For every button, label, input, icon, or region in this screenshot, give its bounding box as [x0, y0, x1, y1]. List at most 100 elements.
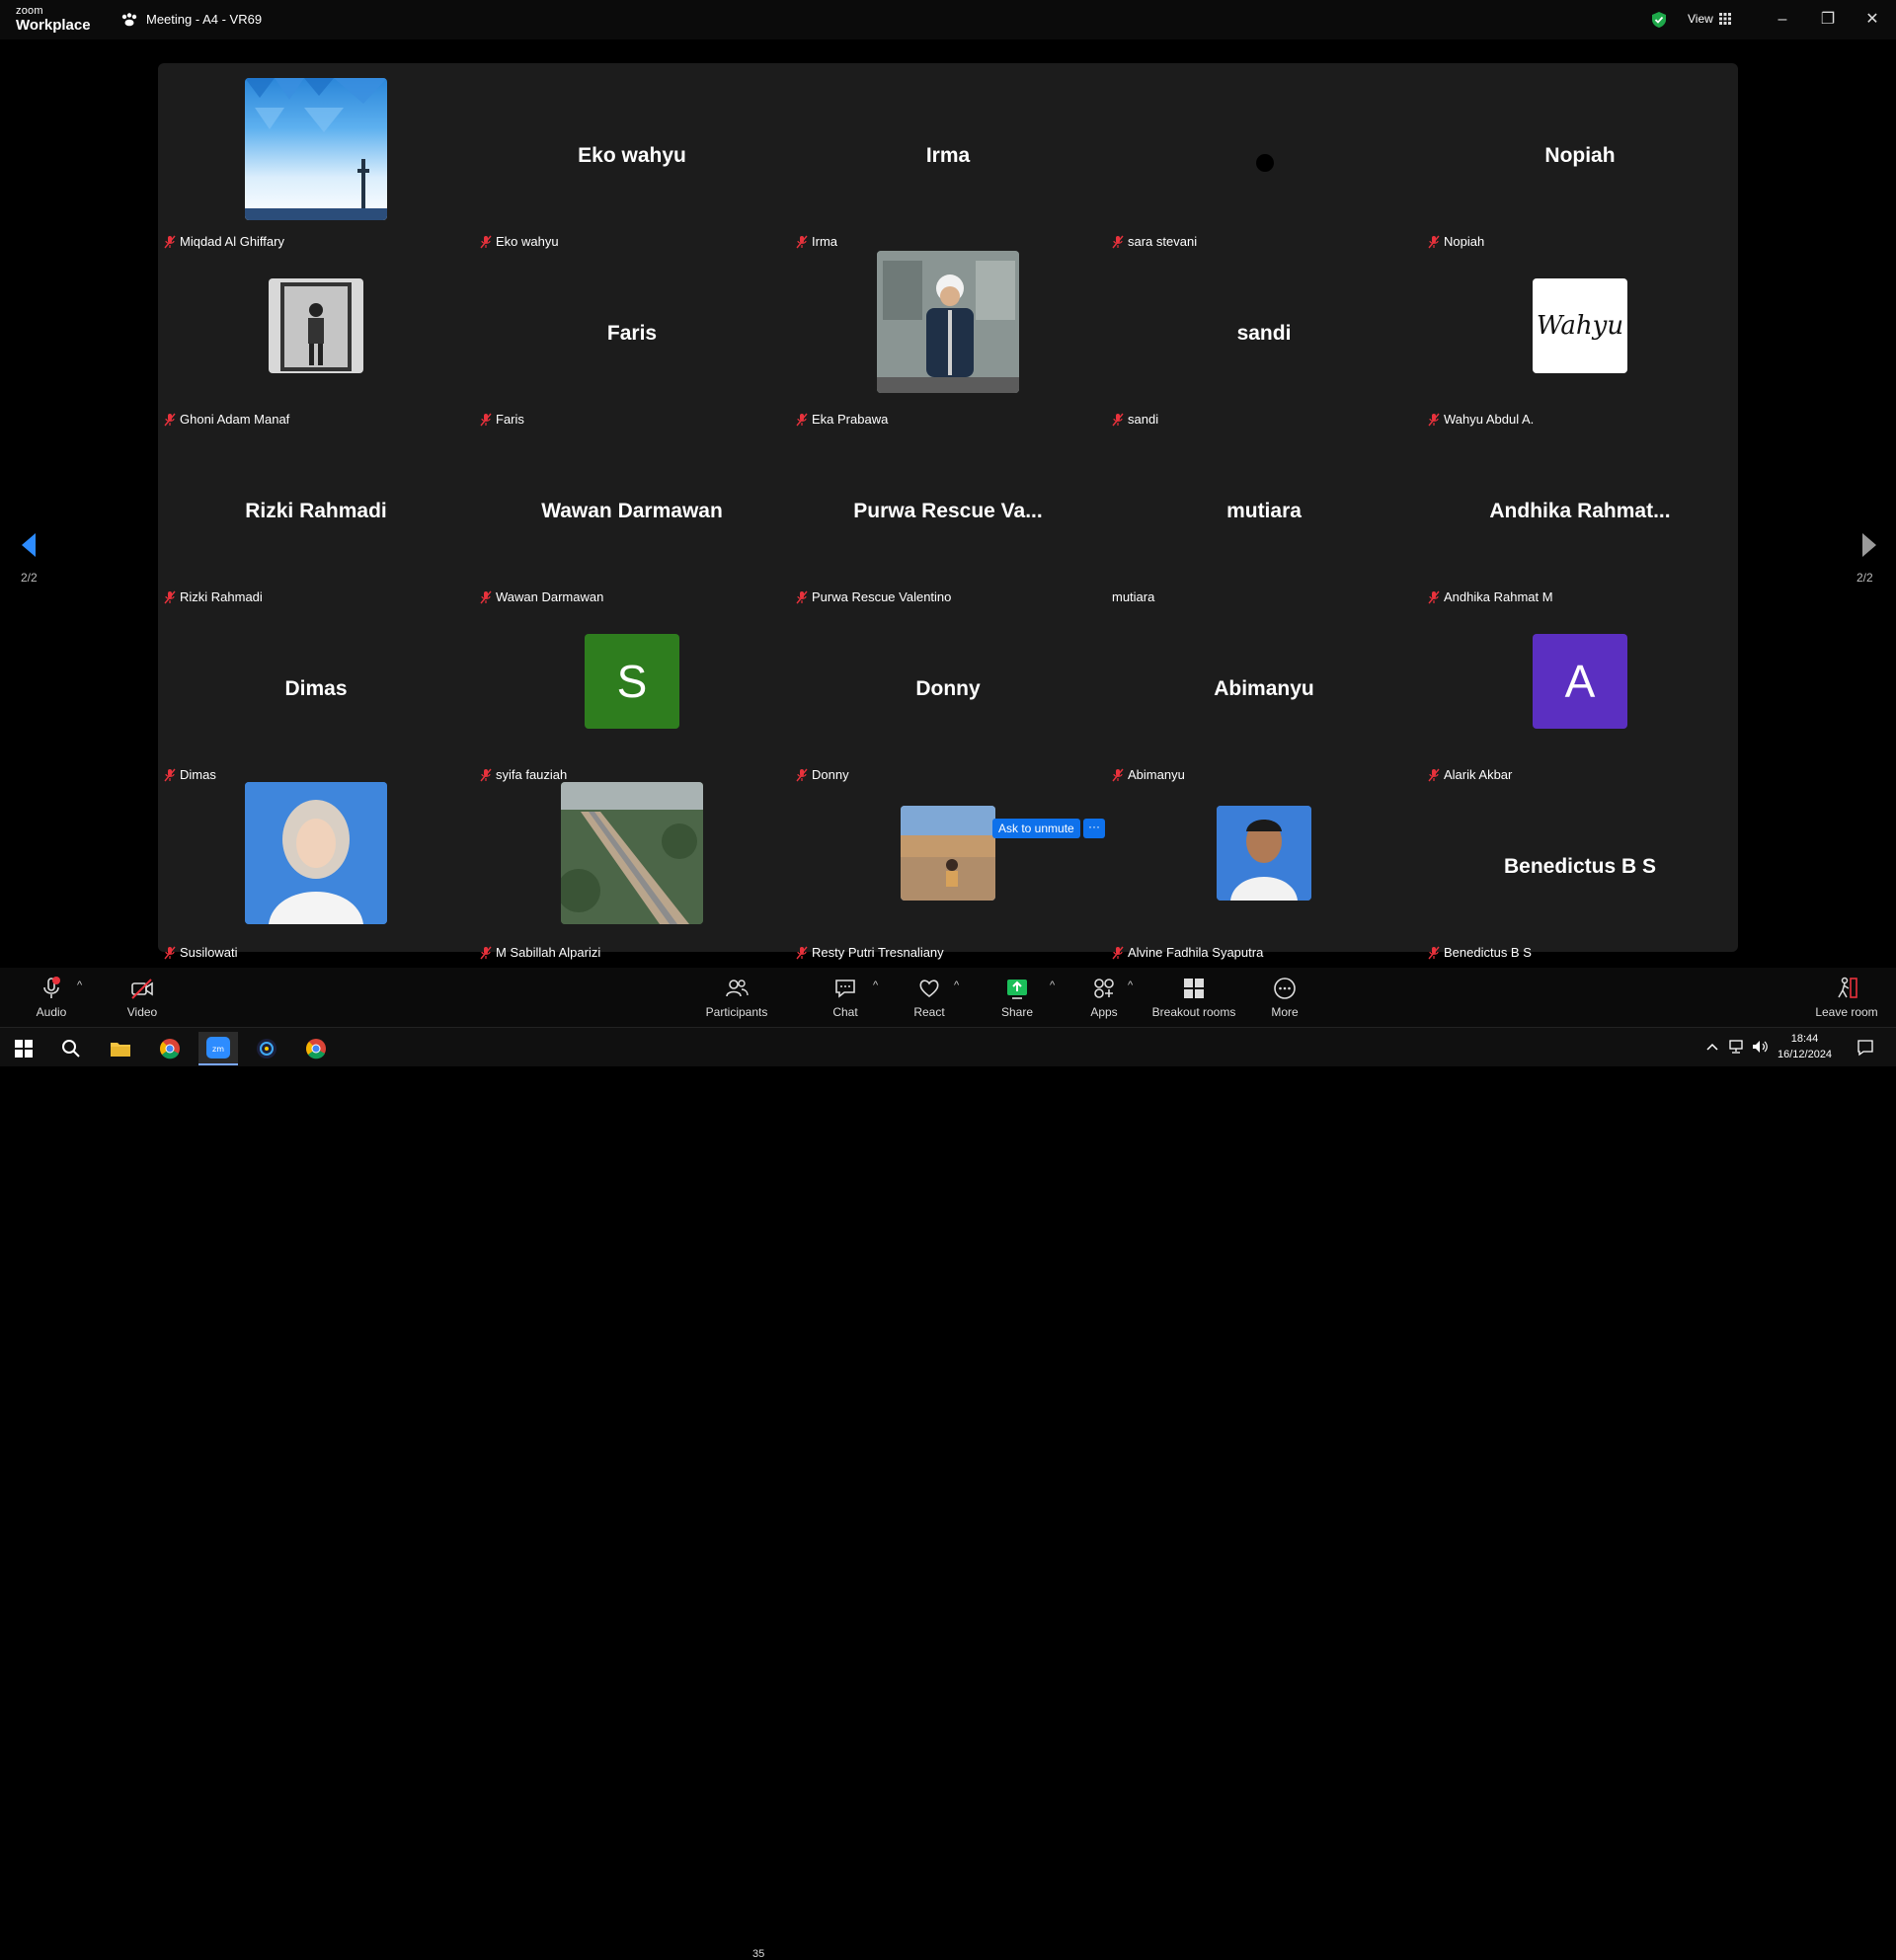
view-button[interactable]: View	[1688, 12, 1731, 26]
muted-mic-icon	[480, 768, 492, 781]
participant-tile[interactable]: Alvine Fadhila Syaputra	[1106, 784, 1422, 962]
muted-mic-icon	[796, 413, 808, 426]
participant-display-name: Rizki Rahmadi	[245, 500, 387, 522]
more-label: More	[1271, 1005, 1299, 1019]
muted-mic-icon	[1428, 590, 1440, 603]
zoom-taskbar-icon[interactable]: zm	[198, 1032, 238, 1065]
participant-tile[interactable]: sandi sandi	[1106, 251, 1422, 429]
participant-tile[interactable]: Wahyu Wahyu Abdul A.	[1422, 251, 1738, 429]
participant-name: Wawan Darmawan	[496, 589, 604, 604]
apps-label: Apps	[1090, 1005, 1118, 1019]
participant-tile[interactable]: Benedictus B S Benedictus B S	[1422, 784, 1738, 962]
participant-name-label: Rizki Rahmadi	[164, 589, 263, 604]
participant-tile[interactable]: mutiara mutiara	[1106, 429, 1422, 606]
breakout-rooms-button[interactable]: Breakout rooms	[1149, 974, 1238, 1023]
letter-avatar: S	[585, 634, 679, 729]
participant-tile[interactable]: Faris Faris	[474, 251, 790, 429]
participant-tile[interactable]: Irma Irma	[790, 73, 1106, 251]
restore-icon[interactable]: ❐	[1818, 10, 1838, 30]
windows-start-icon[interactable]	[4, 1032, 43, 1065]
participant-tile[interactable]: sara stevani	[1106, 73, 1422, 251]
microphone-icon	[43, 977, 60, 998]
network-icon[interactable]	[1728, 1040, 1746, 1054]
participant-name-label: Abimanyu	[1112, 767, 1185, 782]
title-bar: zoom Workplace Meeting - A4 - VR69 View …	[0, 0, 1896, 39]
muted-mic-icon	[796, 235, 808, 248]
muted-mic-icon	[1112, 235, 1124, 248]
participant-tile[interactable]: Abimanyu Abimanyu	[1106, 606, 1422, 784]
runway-aerial-image	[561, 782, 703, 924]
react-options-caret[interactable]: ^	[954, 980, 959, 991]
participant-tile[interactable]: Donny Donny	[790, 606, 1106, 784]
participant-name: M Sabillah Alparizi	[496, 945, 601, 960]
muted-mic-icon	[164, 235, 176, 248]
chrome-profile-icon[interactable]	[296, 1032, 336, 1065]
taskbar-clock[interactable]: 18:44 16/12/2024	[1778, 1031, 1832, 1062]
participant-display-name: Wawan Darmawan	[541, 500, 723, 522]
share-button[interactable]: Share	[978, 974, 1057, 1023]
volume-icon[interactable]	[1752, 1040, 1770, 1054]
audio-label: Audio	[36, 1005, 67, 1019]
participant-avatar	[1217, 806, 1311, 901]
participant-tile[interactable]: Eka Prabawa	[790, 251, 1106, 429]
participant-name: Eko wahyu	[496, 234, 559, 249]
chrome-icon[interactable]	[150, 1032, 190, 1065]
audio-options-caret[interactable]: ^	[77, 980, 82, 991]
apps-options-caret[interactable]: ^	[1128, 980, 1133, 991]
video-button[interactable]: Video	[103, 974, 182, 1023]
more-button[interactable]: More	[1245, 974, 1324, 1023]
close-icon[interactable]: ✕	[1862, 10, 1882, 30]
next-page-icon[interactable]	[1856, 529, 1880, 561]
participant-name-label: Resty Putri Tresnaliany	[796, 945, 944, 960]
participant-tile[interactable]: S syifa fauziah	[474, 606, 790, 784]
participant-name: Abimanyu	[1128, 767, 1185, 782]
participants-label: Participants	[705, 1005, 768, 1019]
previous-page-icon[interactable]	[18, 529, 41, 561]
participant-tile[interactable]: Dimas Dimas	[158, 606, 474, 784]
participant-tile[interactable]: Andhika Rahmat... Andhika Rahmat M	[1422, 429, 1738, 606]
participant-name: Rizki Rahmadi	[180, 589, 263, 604]
notifications-icon[interactable]	[1856, 1039, 1874, 1057]
apps-icon	[1094, 979, 1114, 998]
participant-tile[interactable]: Nopiah Nopiah	[1422, 73, 1738, 251]
participant-tile[interactable]: Rizki Rahmadi Rizki Rahmadi	[158, 429, 474, 606]
page-indicator-right: 2/2	[1856, 571, 1873, 585]
participant-name-label: Benedictus B S	[1428, 945, 1532, 960]
chat-options-caret[interactable]: ^	[873, 980, 878, 991]
logo-workplace-text: Workplace	[16, 17, 91, 34]
ask-to-unmute-button[interactable]: Ask to unmute	[992, 819, 1080, 838]
windows-taskbar: zm	[0, 1027, 1896, 1066]
participant-tile[interactable]: M Sabillah Alparizi	[474, 782, 790, 962]
leave-room-button[interactable]: Leave room	[1807, 974, 1886, 1023]
participant-avatar	[561, 782, 703, 924]
participants-button[interactable]: Participants	[697, 974, 776, 1023]
meeting-title[interactable]: Meeting - A4 - VR69	[120, 12, 262, 27]
minimize-icon[interactable]: –	[1773, 10, 1792, 30]
muted-mic-icon	[480, 590, 492, 603]
participant-tile[interactable]: Ghoni Adam Manaf	[158, 251, 474, 429]
participant-tile[interactable]: Eko wahyu Eko wahyu	[474, 73, 790, 251]
browser-icon[interactable]	[247, 1032, 286, 1065]
participant-more-button[interactable]: ···	[1083, 819, 1105, 838]
search-icon[interactable]	[51, 1032, 91, 1065]
muted-mic-icon	[1112, 413, 1124, 426]
muted-mic-icon	[1428, 413, 1440, 426]
participant-tile[interactable]: Wawan Darmawan Wawan Darmawan	[474, 429, 790, 606]
participant-tile[interactable]: Resty Putri Tresnaliany	[790, 784, 1106, 962]
muted-mic-icon	[164, 946, 176, 959]
participant-tile[interactable]: Miqdad Al Ghiffary	[158, 73, 474, 251]
show-hidden-icons-icon[interactable]	[1706, 1042, 1718, 1052]
encryption-shield-icon[interactable]	[1650, 11, 1668, 29]
participant-display-name: Abimanyu	[1214, 677, 1314, 700]
participant-name-label: Alarik Akbar	[1428, 767, 1512, 782]
share-options-caret[interactable]: ^	[1050, 980, 1055, 991]
participant-display-name: Nopiah	[1544, 144, 1616, 167]
participant-name-label: Eka Prabawa	[796, 412, 888, 427]
participant-tile[interactable]: Purwa Rescue Va... Purwa Rescue Valentin…	[790, 429, 1106, 606]
participant-tile[interactable]: A Alarik Akbar	[1422, 606, 1738, 784]
file-explorer-icon[interactable]	[101, 1032, 140, 1065]
participants-count: 35	[752, 1948, 765, 1960]
participant-display-name: Irma	[925, 144, 971, 167]
participant-name: Eka Prabawa	[812, 412, 889, 427]
participant-tile[interactable]: Susilowati	[158, 782, 474, 962]
